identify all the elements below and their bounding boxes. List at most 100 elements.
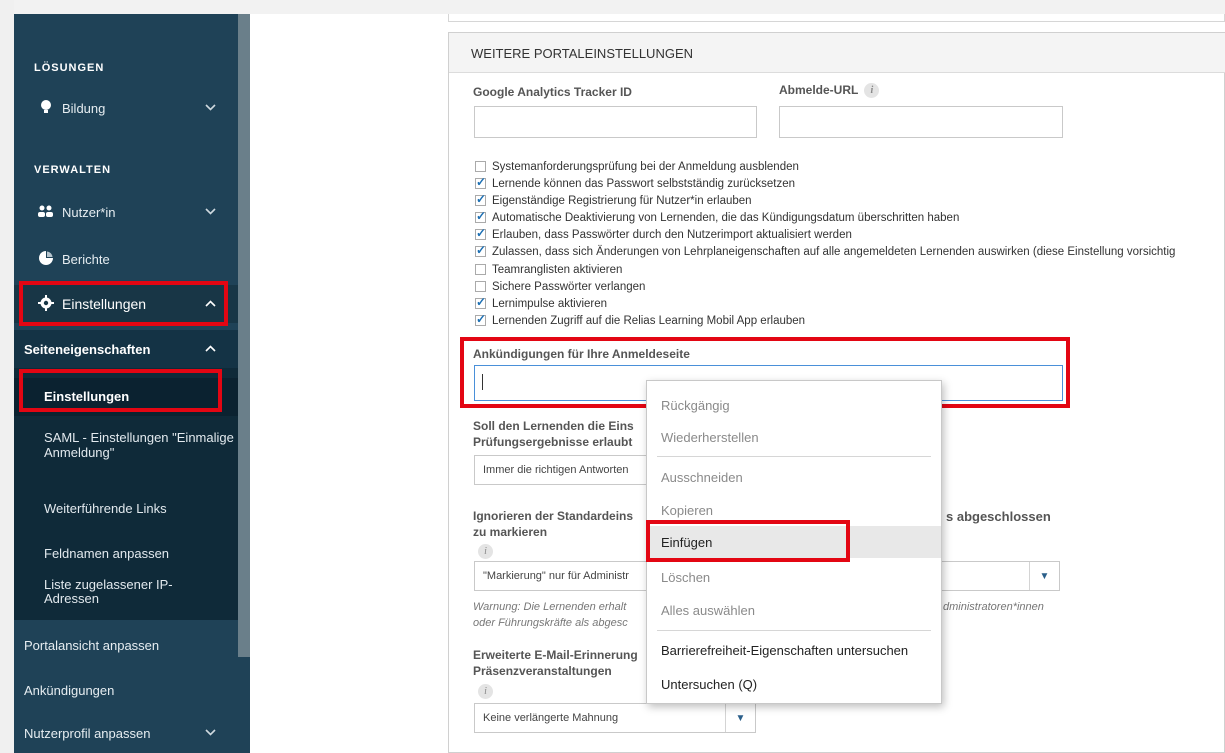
menu-item-redo[interactable]: Wiederherstellen [647,421,941,453]
sidebar-subitem-ip-list[interactable]: Liste zugelassener IP-Adressen [14,578,214,606]
sidebar-subitem-links[interactable]: Weiterführende Links [14,490,238,528]
checkbox-checked[interactable] [475,192,486,206]
logout-url-label-text: Abmelde-URL [779,83,859,97]
question-1-line-1: Soll den Lernenden die Eins [473,419,634,433]
checkbox-checked[interactable] [475,295,486,309]
reminder-select[interactable]: Keine verlängerte Mahnung ▼ [474,703,756,733]
users-icon [38,204,54,221]
checkbox-row[interactable]: Automatische Deaktivierung von Lernenden… [475,209,959,226]
chevron-up-icon [205,344,216,355]
chevron-down-icon: ▼ [725,704,755,732]
sidebar-item-label: Berichte [62,251,110,267]
chevron-down-icon [205,728,216,739]
panel-title: WEITERE PORTALEINSTELLUNGEN [471,46,694,61]
checkbox-row[interactable]: Zulassen, dass sich Änderungen von Lehrp… [475,243,1175,260]
menu-item-inspect[interactable]: Untersuchen (Q) [647,668,941,700]
info-icon-q2[interactable]: i [478,543,493,561]
section-title-solutions: LÖSUNGEN [34,62,105,74]
sidebar-item-label: Seiteneigenschaften [24,341,151,357]
checkbox-label: Lernenden Zugriff auf die Relias Learnin… [492,314,806,327]
checkbox-label: Zulassen, dass sich Änderungen von Lehrp… [492,245,1176,258]
previous-panel-edge [448,14,1225,22]
reminder-select-value: Keine verlängerte Mahnung [483,712,619,724]
checkbox-row[interactable]: Eigenständige Registrierung für Nutzer*i… [475,192,752,209]
sidebar-item-nutzer[interactable]: Nutzer*in [14,193,238,231]
logout-url-input[interactable] [779,106,1063,138]
checkbox-label: Eigenständige Registrierung für Nutzer*i… [492,194,752,207]
sidebar-item-portalansicht[interactable]: Portalansicht anpassen [14,626,238,664]
menu-item-inspect-accessibility[interactable]: Barrierefreiheit-Eigenschaften untersuch… [647,634,941,666]
window-left-border [0,0,14,753]
sidebar-item-ankuendigungen[interactable]: Ankündigungen [14,671,238,709]
info-icon: i [478,544,493,560]
highlight-box-einstellungen [19,281,228,326]
highlight-box-paste [646,520,850,562]
checkbox-unchecked[interactable] [475,281,486,292]
question-3-line-1: Erweiterte E-Mail-Erinnerung [473,648,638,662]
checkbox-row[interactable]: Lernimpulse aktivieren [475,295,607,312]
checkbox-label: Automatische Deaktivierung von Lernenden… [492,211,960,224]
checkbox-checked[interactable] [475,175,486,189]
checkbox-label: Lernimpulse aktivieren [492,297,608,310]
sidebar-scrollbar[interactable] [238,14,250,657]
checkbox-unchecked[interactable] [475,264,486,275]
checkbox-row[interactable]: Teamranglisten aktivieren [475,261,622,278]
question-3-line-2: Präsenzveranstaltungen [473,664,612,678]
checkbox-checked[interactable] [475,209,486,223]
sidebar-item-seiteneigenschaften[interactable]: Seiteneigenschaften [14,330,238,368]
warning-line-2: oder Führungskräfte als abgesc [473,617,628,629]
highlight-box-einstellungen-sub [19,369,222,412]
chevron-down-icon [205,207,216,218]
menu-item-delete[interactable]: Löschen [647,561,941,593]
sidebar-subitem-feldnamen[interactable]: Feldnamen anpassen [14,535,238,573]
window-top-border [0,0,1225,14]
info-icon: i [478,684,493,700]
checkbox-label: Erlauben, dass Passwörter durch den Nutz… [492,228,852,241]
warning-line-1-left: Warnung: Die Lernenden erhalt [473,601,627,613]
menu-item-undo[interactable]: Rückgängig [647,389,941,421]
menu-item-cut[interactable]: Ausschneiden [647,461,941,493]
panel-header: WEITERE PORTALEINSTELLUNGEN [449,33,1225,73]
question-2-line-1: Ignorieren der Standardeins [473,509,634,523]
question-2-line-1-right: s abgeschlossen [946,509,1051,524]
sidebar-item-label: Bildung [62,100,106,116]
checkbox-row[interactable]: Sichere Passwörter verlangen [475,278,645,295]
sidebar-item-nutzerprofil[interactable]: Nutzerprofil anpassen [14,714,238,752]
sidebar-item-label: Nutzer*in [62,204,116,220]
checkbox-checked[interactable] [475,312,486,326]
ga-tracker-label: Google Analytics Tracker ID [473,85,632,99]
correct-answers-select[interactable]: Immer die richtigen Antworten [474,455,654,485]
chevron-down-icon: ▼ [1029,562,1059,590]
info-icon[interactable]: i [864,83,880,99]
question-1-line-2: Prüfungsergebnisse erlaubt [473,435,633,449]
marking-select-value: "Markierung" nur für Administr [483,570,629,582]
question-2-line-2: zu markieren [473,525,548,539]
ga-tracker-input[interactable] [474,106,757,138]
checkbox-unchecked[interactable] [475,161,486,172]
checkbox-checked[interactable] [475,226,486,240]
menu-item-select-all[interactable]: Alles auswählen [647,594,941,626]
sidebar-scrollbar-track-end [238,657,250,753]
checkbox-label: Systemanforderungsprüfung bei der Anmeld… [492,160,799,173]
sidebar-item-berichte[interactable]: Berichte [14,240,238,278]
checkbox-row[interactable]: Lernenden Zugriff auf die Relias Learnin… [475,312,805,329]
checkbox-row[interactable]: Lernende können das Passwort selbstständ… [475,175,795,192]
warning-line-1-right: dministratoren*innen [943,601,1044,613]
lightbulb-icon [38,99,54,118]
checkbox-checked[interactable] [475,243,486,257]
menu-separator [657,456,931,457]
info-icon-q3[interactable]: i [478,683,493,701]
sidebar-subitem-saml[interactable]: SAML - Einstellungen "Einmalige Anmeldun… [14,430,238,460]
checkbox-label: Sichere Passwörter verlangen [492,280,646,293]
logout-url-label: Abmelde-URL i [779,83,880,99]
section-title-manage: VERWALTEN [34,164,112,176]
checkbox-row[interactable]: Systemanforderungsprüfung bei der Anmeld… [475,158,799,175]
checkbox-label: Teamranglisten aktivieren [492,263,623,276]
chevron-down-icon [205,103,216,114]
checkbox-label: Lernende können das Passwort selbstständ… [492,177,796,190]
menu-separator [657,630,931,631]
sidebar-item-bildung[interactable]: Bildung [14,89,238,127]
checkbox-row[interactable]: Erlauben, dass Passwörter durch den Nutz… [475,226,852,243]
pie-chart-icon [38,250,54,268]
sidebar-item-label: Nutzerprofil anpassen [24,725,151,741]
